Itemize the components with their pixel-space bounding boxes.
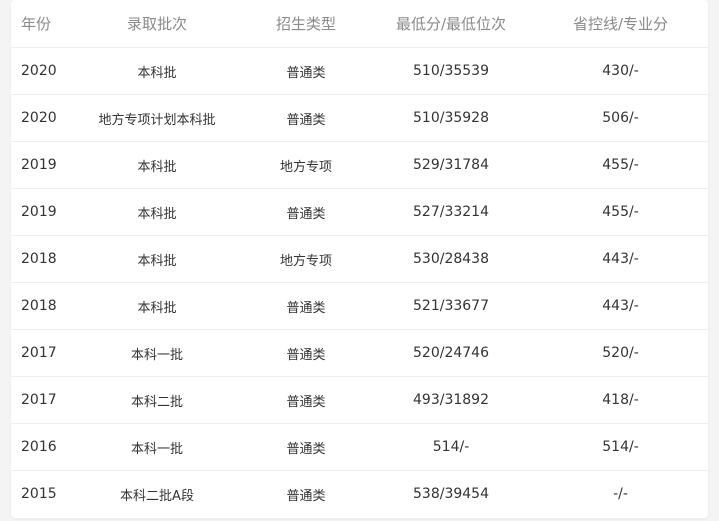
cell-batch: 本科批 <box>71 235 243 283</box>
cell-line: 514/- <box>533 423 708 471</box>
cell-line: 443/- <box>533 235 708 283</box>
cell-year: 2020 <box>11 47 71 95</box>
cell-line: 430/- <box>533 47 708 95</box>
cell-line: 455/- <box>533 141 708 189</box>
cell-type: 地方专项 <box>243 235 369 283</box>
cell-score: 538/39454 <box>413 486 489 502</box>
cell-year: 2019 <box>11 188 71 236</box>
cell-year: 2017 <box>11 376 71 424</box>
header-line: 省控线/专业分 <box>533 0 708 48</box>
cell-batch: 本科批 <box>71 141 243 189</box>
cell-type: 普通类 <box>243 423 369 471</box>
cell-year: 2015 <box>21 486 57 502</box>
table-row: 2020 地方专项计划本科批 普通类 510/35928 506/- <box>11 94 708 142</box>
cell-year: 2018 <box>11 235 71 283</box>
cell-year: 2018 <box>11 282 71 330</box>
cell-line: 455/- <box>533 188 708 236</box>
cell-type: 地方专项 <box>243 141 369 189</box>
table-row: 2018 本科批 普通类 521/33677 443/- <box>11 282 708 330</box>
header-score: 最低分/最低位次 <box>369 0 533 48</box>
cell-score: 493/31892 <box>369 376 533 424</box>
header-batch: 录取批次 <box>71 0 243 48</box>
cell-batch: 本科二批A段 <box>120 488 194 504</box>
cell-batch: 本科批 <box>71 282 243 330</box>
cell-line: 520/- <box>533 329 708 377</box>
table-header: 年份 录取批次 招生类型 最低分/最低位次 省控线/专业分 <box>11 0 708 48</box>
cell-score: 521/33677 <box>369 282 533 330</box>
cell-batch: 地方专项计划本科批 <box>71 94 243 142</box>
cell-type: 普通类 <box>243 329 369 377</box>
table-row: 2015 本科二批A段 普通类 538/39454 -/- <box>11 471 708 518</box>
cell-score: 530/28438 <box>369 235 533 283</box>
header-year: 年份 <box>11 0 71 48</box>
table-row: 2017 本科二批 普通类 493/31892 418/- <box>11 376 708 424</box>
table-row: 2018 本科批 地方专项 530/28438 443/- <box>11 235 708 283</box>
table-body: 2020 本科批 普通类 510/35539 430/- 2020 地方专项计划本科批 普通类… <box>11 47 708 518</box>
cell-score: 527/33214 <box>369 188 533 236</box>
cell-score: 514/- <box>369 423 533 471</box>
cell-type: 普通类 <box>243 376 369 424</box>
cell-type: 普通类 <box>243 47 369 95</box>
table-row: 2019 本科批 普通类 527/33214 455/- <box>11 188 708 236</box>
admission-scores-card: 年份 录取批次 招生类型 最低分/最低位次 省控线/专业分 2020 本科批 普通类… <box>11 0 708 518</box>
cell-year: 2016 <box>11 423 71 471</box>
cell-score: 510/35928 <box>369 94 533 142</box>
cell-line: 506/- <box>533 94 708 142</box>
cell-year: 2019 <box>11 141 71 189</box>
cell-type: 普通类 <box>243 94 369 142</box>
header-type: 招生类型 <box>243 0 369 48</box>
cell-score: 510/35539 <box>369 47 533 95</box>
cell-score: 529/31784 <box>369 141 533 189</box>
cell-line: -/- <box>613 486 628 502</box>
cell-batch: 本科二批 <box>71 376 243 424</box>
cell-score: 520/24746 <box>369 329 533 377</box>
cell-batch: 本科批 <box>71 188 243 236</box>
cell-batch: 本科一批 <box>71 329 243 377</box>
cell-line: 443/- <box>533 282 708 330</box>
table-row: 2017 本科一批 普通类 520/24746 520/- <box>11 329 708 377</box>
header-row: 年份 录取批次 招生类型 最低分/最低位次 省控线/专业分 <box>11 0 708 48</box>
cell-line: 418/- <box>533 376 708 424</box>
admission-scores-table: 年份 录取批次 招生类型 最低分/最低位次 省控线/专业分 2020 本科批 普通类… <box>11 0 708 517</box>
table-row: 2019 本科批 地方专项 529/31784 455/- <box>11 141 708 189</box>
table-row: 2016 本科一批 普通类 514/- 514/- <box>11 423 708 471</box>
cell-batch: 本科一批 <box>71 423 243 471</box>
cell-type: 普通类 <box>286 488 326 504</box>
cell-type: 普通类 <box>243 188 369 236</box>
cell-type: 普通类 <box>243 282 369 330</box>
cell-batch: 本科批 <box>71 47 243 95</box>
table-row: 2020 本科批 普通类 510/35539 430/- <box>11 47 708 95</box>
cell-year: 2017 <box>11 329 71 377</box>
cell-year: 2020 <box>11 94 71 142</box>
